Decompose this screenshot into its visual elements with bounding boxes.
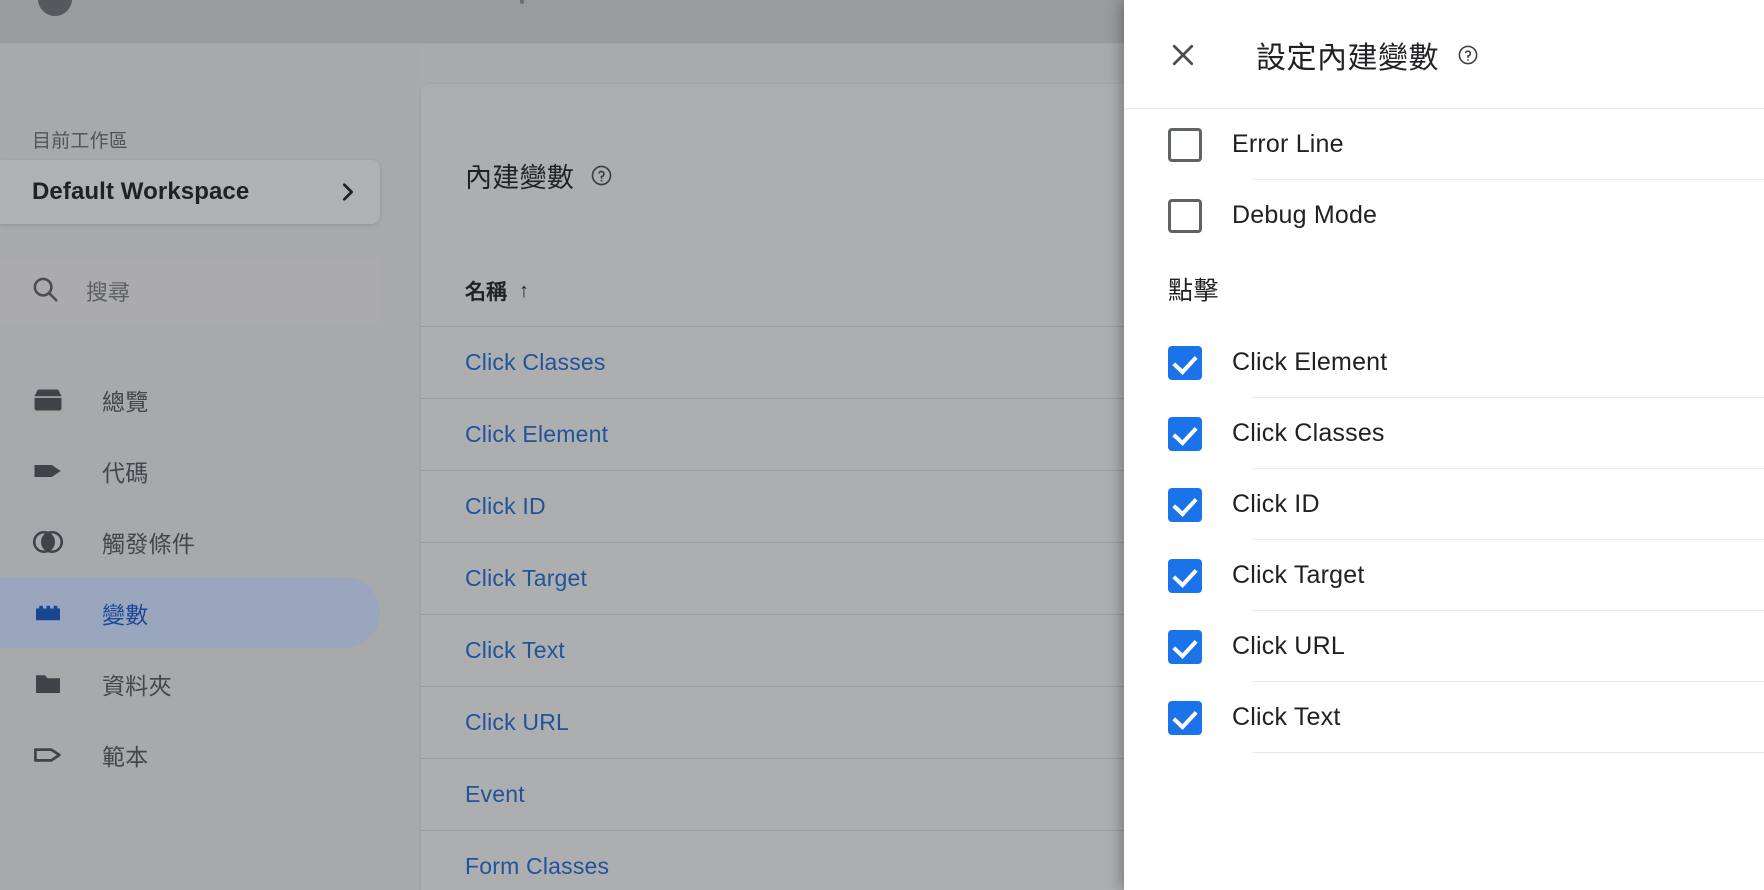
gtm-variables-screen: 目前工作區 Default Workspace 搜尋 總覽 代碼 觸發條件 變數… xyxy=(0,0,1764,890)
workspace-selector[interactable]: Default Workspace xyxy=(0,160,380,224)
variable-name-link[interactable]: Click Classes xyxy=(465,349,606,376)
row-divider xyxy=(1252,752,1764,753)
checkbox-row-error-line[interactable]: Error Line xyxy=(1124,109,1764,180)
sidebar-item-label: 代碼 xyxy=(102,459,149,486)
checkbox-label: Click Target xyxy=(1232,561,1365,589)
overview-box-icon xyxy=(30,382,66,418)
panel-body: Error Line Debug Mode 點擊 Click Element C… xyxy=(1124,109,1764,753)
checkbox-row-click-id[interactable]: Click ID xyxy=(1124,469,1764,540)
avatar[interactable] xyxy=(38,0,72,16)
checkbox-row-click-element[interactable]: Click Element xyxy=(1124,327,1764,398)
variable-name-link[interactable]: Click Text xyxy=(465,637,565,664)
sidebar-item-templates[interactable]: 範本 xyxy=(0,719,380,790)
sidebar-item-overview[interactable]: 總覽 xyxy=(0,364,380,435)
variable-name-link[interactable]: Form Classes xyxy=(465,853,609,880)
sidebar-item-folders[interactable]: 資料夾 xyxy=(0,648,380,719)
trigger-circles-icon xyxy=(30,524,66,560)
checkbox-row-click-target[interactable]: Click Target xyxy=(1124,540,1764,611)
help-circle-icon[interactable] xyxy=(574,164,613,187)
panel-header: 設定內建變數 xyxy=(1124,0,1764,109)
variable-name-link[interactable]: Click ID xyxy=(465,493,546,520)
checkbox-checked-icon[interactable] xyxy=(1168,629,1202,664)
checkbox-label: Click Text xyxy=(1232,703,1341,731)
sidebar-item-label: 範本 xyxy=(102,743,149,770)
panel-title: 設定內建變數 xyxy=(1256,41,1439,75)
checkbox-label: Error Line xyxy=(1232,130,1344,158)
search-icon xyxy=(30,274,60,309)
checkbox-row-click-url[interactable]: Click URL xyxy=(1124,611,1764,682)
checkbox-checked-icon[interactable] xyxy=(1168,558,1202,593)
checkbox-unchecked-icon[interactable] xyxy=(1168,127,1202,162)
sidebar-item-label: 變數 xyxy=(102,601,149,628)
template-tag-outline-icon xyxy=(30,737,66,773)
configure-builtin-variables-panel: 設定內建變數 Error Line Debug Mode 點擊 Click El… xyxy=(1124,0,1764,890)
help-circle-icon[interactable] xyxy=(1439,44,1479,66)
checkbox-unchecked-icon[interactable] xyxy=(1168,198,1202,233)
checkbox-row-click-text[interactable]: Click Text xyxy=(1124,682,1764,753)
variable-name-link[interactable]: Click URL xyxy=(465,709,569,736)
sidebar-item-variables[interactable]: 變數 xyxy=(0,577,380,648)
tag-filled-icon xyxy=(30,453,66,489)
variable-name-link[interactable]: Click Element xyxy=(465,421,608,448)
sidebar-item-label: 總覽 xyxy=(102,388,149,415)
sidebar-item-triggers[interactable]: 觸發條件 xyxy=(0,506,380,577)
checkbox-label: Debug Mode xyxy=(1232,201,1378,229)
group-heading-click: 點擊 xyxy=(1168,277,1220,305)
variable-name-link[interactable]: Click Target xyxy=(465,565,587,592)
toolbar-overflow-icon[interactable] xyxy=(520,0,524,4)
sort-ascending-icon: ↑ xyxy=(519,279,529,302)
search-placeholder: 搜尋 xyxy=(86,280,131,305)
checkbox-checked-icon[interactable] xyxy=(1168,345,1202,380)
search-input[interactable]: 搜尋 xyxy=(0,258,380,324)
variable-name-link[interactable]: Event xyxy=(465,781,525,808)
workspace-section-label: 目前工作區 xyxy=(32,131,129,152)
close-x-icon[interactable] xyxy=(1168,40,1198,70)
variable-brick-icon xyxy=(30,595,66,631)
sidebar-nav: 總覽 代碼 觸發條件 變數 資料夾 範本 xyxy=(0,364,380,790)
workspace-name: Default Workspace xyxy=(32,178,250,205)
sidebar-item-label: 資料夾 xyxy=(102,672,172,699)
checkbox-label: Click Classes xyxy=(1232,419,1385,447)
checkbox-row-debug-mode[interactable]: Debug Mode xyxy=(1124,180,1764,251)
checkbox-label: Click Element xyxy=(1232,348,1388,376)
sidebar-item-tags[interactable]: 代碼 xyxy=(0,435,380,506)
checkbox-row-click-classes[interactable]: Click Classes xyxy=(1124,398,1764,469)
page-title: 內建變數 xyxy=(465,163,575,193)
column-header-name-label: 名稱 xyxy=(465,281,507,304)
sidebar: 目前工作區 Default Workspace 搜尋 總覽 代碼 觸發條件 變數… xyxy=(0,44,420,890)
checkbox-checked-icon[interactable] xyxy=(1168,487,1202,522)
checkbox-checked-icon[interactable] xyxy=(1168,416,1202,451)
chevron-right-icon xyxy=(336,181,358,203)
checkbox-checked-icon[interactable] xyxy=(1168,700,1202,735)
card-title-row: 內建變數 xyxy=(465,156,613,195)
checkbox-label: Click ID xyxy=(1232,490,1320,518)
folder-icon xyxy=(30,666,66,702)
sidebar-item-label: 觸發條件 xyxy=(102,530,196,557)
checkbox-label: Click URL xyxy=(1232,632,1345,660)
